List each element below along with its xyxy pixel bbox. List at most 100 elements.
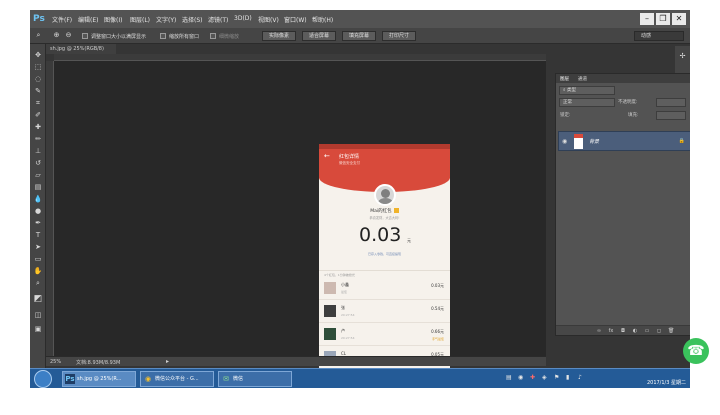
fit-screen-button[interactable]: 适合屏幕 bbox=[302, 31, 336, 41]
floating-phone-button[interactable]: ☎ bbox=[683, 338, 709, 364]
close-button[interactable]: ✕ bbox=[672, 13, 686, 25]
phone-mockup-image[interactable]: ← 红包详情 微信安全支付 Mai的红包 恭喜发财，大吉大利! 0.03 元 已… bbox=[319, 144, 450, 376]
lasso-tool-icon[interactable]: ◌ bbox=[33, 74, 43, 84]
tray-network-icon[interactable]: ▤ bbox=[506, 374, 513, 381]
tray-volume-icon[interactable]: ♪ bbox=[578, 374, 585, 381]
move-tool-icon[interactable]: ✥ bbox=[33, 50, 43, 60]
screen-mode-icon[interactable]: ▣ bbox=[33, 324, 43, 334]
pen-tool-icon[interactable]: ✒ bbox=[33, 218, 43, 228]
gradient-tool-icon[interactable]: ▤ bbox=[33, 182, 43, 192]
task-browser[interactable]: ◉ 微信公众平台 - G... bbox=[140, 371, 214, 387]
task-wechat[interactable]: ✉ 微信 bbox=[218, 371, 292, 387]
fill-field[interactable] bbox=[656, 111, 686, 120]
zoom-out-icon[interactable]: ⊖ bbox=[64, 31, 73, 40]
system-tray: ▤ ◉ ✚ ◈ ⚑ ▮ ♪ bbox=[506, 374, 606, 384]
history-brush-tool-icon[interactable]: ↺ bbox=[33, 158, 43, 168]
tray-app-icon[interactable]: ◉ bbox=[518, 374, 525, 381]
eye-icon[interactable]: ◉ bbox=[562, 138, 567, 145]
menu-filter[interactable]: 滤镜(T) bbox=[208, 15, 228, 24]
zoom-icon[interactable]: ⌕ bbox=[34, 31, 43, 40]
type-tool-icon[interactable]: T bbox=[33, 230, 43, 240]
record-amount: 0.03元 bbox=[431, 283, 444, 288]
tab-channels[interactable]: 通道 bbox=[578, 76, 587, 82]
marquee-tool-icon[interactable]: ⬚ bbox=[33, 62, 43, 72]
clone-stamp-tool-icon[interactable]: ⊥ bbox=[33, 146, 43, 156]
sender-avatar bbox=[374, 184, 396, 206]
quick-mask-icon[interactable]: ◫ bbox=[33, 310, 43, 320]
zoom-in-icon[interactable]: ⊕ bbox=[52, 31, 61, 40]
eraser-tool-icon[interactable]: ▱ bbox=[33, 170, 43, 180]
menu-edit[interactable]: 编辑(E) bbox=[78, 15, 98, 24]
document-size: 文档:8.93M/8.93M bbox=[76, 360, 121, 366]
restore-button[interactable]: ❐ bbox=[656, 13, 670, 25]
tray-battery-icon[interactable]: ▮ bbox=[566, 374, 573, 381]
layer-kind-filter[interactable]: ⌕ 类型 bbox=[559, 86, 615, 95]
record-row: 卢 20:27:54 0.66元 手气最佳 bbox=[319, 324, 450, 346]
menu-3d[interactable]: 3D(D) bbox=[234, 15, 252, 22]
tab-layers[interactable]: 图层 bbox=[560, 76, 569, 82]
brush-tool-icon[interactable]: ✏ bbox=[33, 134, 43, 144]
menu-type[interactable]: 文字(Y) bbox=[156, 15, 176, 24]
blur-tool-icon[interactable]: 💧 bbox=[33, 194, 43, 204]
opacity-field[interactable] bbox=[656, 98, 686, 107]
menu-bar: Ps 文件(F) 编辑(E) 图像(I) 图层(L) 文字(Y) 选择(S) 滤… bbox=[30, 10, 690, 28]
blessing-text: 恭喜发财，大吉大利! bbox=[369, 216, 400, 220]
taskbar-clock[interactable]: 2017/1/3 星期二 bbox=[647, 379, 686, 386]
zoom-level[interactable]: 25% bbox=[50, 359, 61, 365]
task-label: sh.jpg @ 25%(R... bbox=[77, 376, 122, 382]
blend-mode-select[interactable]: 正常 bbox=[559, 98, 615, 107]
hand-tool-icon[interactable]: ✋ bbox=[33, 266, 43, 276]
menu-view[interactable]: 视图(V) bbox=[258, 15, 279, 24]
quick-select-tool-icon[interactable]: ✎ bbox=[33, 86, 43, 96]
link-layers-icon[interactable]: ∞ bbox=[596, 328, 602, 334]
actual-pixels-button[interactable]: 实际像素 bbox=[262, 31, 296, 41]
new-layer-icon[interactable]: ◻ bbox=[656, 328, 662, 334]
path-select-tool-icon[interactable]: ➤ bbox=[33, 242, 43, 252]
zoom-all-checkbox[interactable] bbox=[160, 33, 166, 39]
amount-note: 已存入零钱，可直接提现 bbox=[367, 252, 401, 256]
scrubby-zoom-checkbox[interactable] bbox=[210, 33, 216, 39]
eyedropper-tool-icon[interactable]: ✐ bbox=[33, 110, 43, 120]
background-layer-row[interactable]: ◉ 背景 🔒 bbox=[558, 131, 690, 151]
adjust-panel-icon[interactable]: ✢ bbox=[678, 52, 687, 61]
status-menu-arrow-icon[interactable]: ▸ bbox=[166, 358, 169, 365]
photoshop-logo: Ps bbox=[33, 14, 45, 24]
menu-window[interactable]: 窗口(W) bbox=[284, 15, 307, 24]
start-button[interactable] bbox=[34, 370, 52, 388]
delete-layer-icon[interactable]: 🗑 bbox=[668, 328, 674, 334]
dodge-tool-icon[interactable]: ● bbox=[33, 206, 43, 216]
print-size-button[interactable]: 打印尺寸 bbox=[382, 31, 416, 41]
zoom-all-label: 缩放所有窗口 bbox=[169, 34, 200, 40]
tray-alert-icon[interactable]: ✚ bbox=[530, 374, 537, 381]
menu-image[interactable]: 图像(I) bbox=[104, 15, 122, 24]
new-group-icon[interactable]: ▭ bbox=[644, 328, 650, 334]
color-swatch-icon[interactable]: ◩ bbox=[33, 294, 43, 304]
menu-layer[interactable]: 图层(L) bbox=[130, 15, 150, 24]
menu-help[interactable]: 帮助(H) bbox=[312, 15, 333, 24]
phone-status-bar bbox=[319, 144, 450, 149]
shape-tool-icon[interactable]: ▭ bbox=[33, 254, 43, 264]
crop-tool-icon[interactable]: ⌗ bbox=[33, 98, 43, 108]
phone-subtitle: 微信安全支付 bbox=[339, 161, 360, 165]
fill-screen-button[interactable]: 填充屏幕 bbox=[342, 31, 376, 41]
layer-style-icon[interactable]: fx bbox=[608, 328, 614, 334]
tray-flag-icon[interactable]: ⚑ bbox=[554, 374, 561, 381]
adjustment-layer-icon[interactable]: ◐ bbox=[632, 328, 638, 334]
healing-brush-tool-icon[interactable]: ✚ bbox=[33, 122, 43, 132]
record-avatar bbox=[324, 305, 336, 317]
tray-security-icon[interactable]: ◈ bbox=[542, 374, 549, 381]
canvas-area[interactable]: ← 红包详情 微信安全支付 Mai的红包 恭喜发财，大吉大利! 0.03 元 已… bbox=[54, 61, 546, 376]
task-label: 微信 bbox=[233, 376, 244, 382]
zoom-tool-icon[interactable]: ⌕ bbox=[33, 278, 43, 288]
minimize-button[interactable]: – bbox=[640, 13, 654, 25]
task-photoshop[interactable]: Ps sh.jpg @ 25%(R... bbox=[62, 371, 136, 387]
layer-kind-label: 类型 bbox=[566, 88, 576, 93]
menu-file[interactable]: 文件(F) bbox=[52, 15, 72, 24]
layer-mask-icon[interactable]: ◘ bbox=[620, 328, 626, 334]
menu-select[interactable]: 选择(S) bbox=[182, 15, 203, 24]
document-tab[interactable]: sh.jpg @ 25%(RGB/8) bbox=[46, 44, 116, 54]
record-amount: 0.54元 bbox=[431, 306, 444, 311]
pin-badge-icon bbox=[393, 208, 399, 213]
workspace-select[interactable]: 动感 bbox=[634, 31, 684, 41]
resize-windows-checkbox[interactable] bbox=[82, 33, 88, 39]
